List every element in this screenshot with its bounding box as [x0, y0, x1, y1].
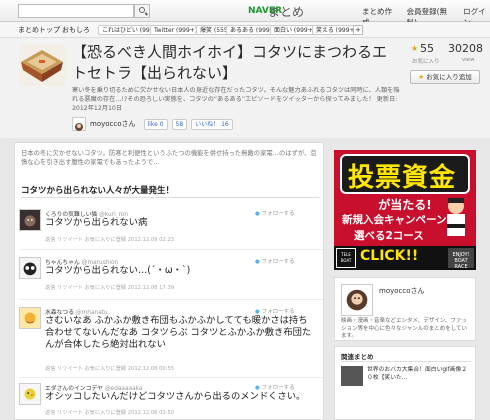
page-title: 【恐るべき人間ホイホイ】コタツにまつわるエトセトラ【出られない】 — [72, 43, 388, 82]
ad-headline-box: 投票資金 — [340, 154, 470, 194]
ad-logo-left: TELE BOAT — [336, 248, 356, 268]
related-link[interactable]: 世界のおバカ大集合！面白いgif画像２０枚【笑いた… — [367, 366, 471, 382]
ad-courses: 選べる2コース — [354, 230, 424, 242]
tweet-text: オシッコしたいんだけどコタツさんから出るのメンドくさい。 — [45, 391, 306, 402]
category-nav: まとめトップ おもしろ これはひどい (999+) Twitter (999+)… — [0, 22, 490, 38]
follow-button[interactable]: ● フォローする — [255, 307, 295, 315]
heading-divider — [21, 197, 319, 198]
profile-avatar[interactable] — [341, 284, 373, 316]
author-name[interactable]: moyoccoさん — [90, 119, 136, 129]
view-label: view — [462, 57, 475, 63]
view-count: 30208 — [448, 42, 483, 55]
ad-banner[interactable]: 投票資金 が当たる! 新規入会キャンペーン 選べる2コース TELE BOAT … — [334, 150, 476, 270]
tag-chip[interactable]: Twitter (999+) — [150, 25, 202, 35]
tweet-avatar[interactable] — [19, 257, 41, 279]
intro-text: 日本の冬に欠かせないコタツ。防寒と利便性というふたつの機能を併せ持った無敵の家電… — [21, 150, 317, 166]
matome-logo[interactable]: まとめ — [268, 3, 304, 20]
tweet-avatar[interactable] — [19, 307, 41, 329]
facebook-like-button[interactable]: like 0 — [143, 118, 168, 130]
profile-description: 映画・漫画・音楽などエンタメ、デザイン、ファッション等を中心に色々なジャンルのま… — [341, 318, 468, 339]
star-icon: ★ — [418, 73, 425, 81]
ad-logo-right: ENJOY! BOAT RACE — [448, 248, 474, 270]
add-tag-button[interactable]: + — [353, 25, 363, 35]
add-favorite-button[interactable]: ★ お気に入り追加 — [410, 70, 480, 84]
related-matome: 関連まとめ 世界のおバカ大集合！面白いgif画像２０枚【笑いた… — [334, 346, 476, 420]
tweet-avatar[interactable] — [19, 383, 41, 405]
ad-headline: 投票資金 — [348, 163, 457, 193]
tweet-avatar[interactable] — [19, 209, 41, 231]
nav-current-category[interactable]: おもしろ — [62, 25, 90, 35]
tweet-meta[interactable]: 返信 リツイート お気に入りに登録 2012.12.08 00:55 — [45, 365, 174, 372]
star-icon: ★ — [411, 44, 419, 53]
search-button[interactable] — [134, 4, 150, 18]
nav-home-link[interactable]: まとめトップ — [18, 25, 60, 35]
favorite-label: お気に入り — [412, 59, 440, 65]
tweet-text: コタツから出られない病 — [45, 217, 148, 228]
author-row: moyoccoさん like 0 58 いいね！ 16 — [72, 117, 233, 131]
tweet-text: コタツから出られない…(´・ω・`) — [45, 265, 191, 276]
ad-click-label: CLICK!! — [360, 248, 419, 264]
author-profile: moyoccoさん 映画・漫画・音楽などエンタメ、デザイン、ファッション等を中心… — [334, 277, 476, 341]
tweet-text: さむいなあ ふかふか敷き布団もふかふかしてても暖かさは持ち合わせてないんだなあ … — [45, 315, 312, 350]
tweet-meta[interactable]: 返信 リツイート お気に入りに登録 2012.12.08 01:50 — [45, 409, 174, 416]
favorite-count: 55 — [420, 42, 434, 55]
search-icon — [139, 7, 145, 13]
related-thumbnail[interactable] — [341, 366, 363, 386]
author-avatar[interactable] — [72, 117, 86, 131]
tweet-divider — [19, 249, 323, 250]
tweet-divider — [19, 299, 323, 300]
article-body: 日本の冬に欠かせないコタツ。防寒と利便性というふたつの機能を併せ持った無敵の家電… — [14, 142, 324, 420]
profile-name[interactable]: moyoccoさん — [379, 286, 425, 296]
tweet-meta[interactable]: 返信 リツイート お気に入りに登録 2012.12.09 02:23 — [45, 236, 174, 243]
tweet-item: 水森なつる @mhanatu ● フォローする さむいなあ ふかふか敷き布団もふ… — [19, 307, 323, 373]
article-description: 寒い冬を乗り切るために欠かせない日本人の身近な存在だったコタツ。そんな魅力あふれ… — [72, 86, 404, 113]
tweet-item: エダさんのインコデヤ @edaaaaaka ● フォローする オシッコしたいんだ… — [19, 383, 323, 419]
follow-button[interactable]: ● フォローする — [255, 209, 295, 217]
kotatsu-thumbnail[interactable] — [19, 44, 65, 86]
tweet-count-button[interactable]: 58 — [171, 118, 188, 130]
search-input[interactable] — [18, 4, 134, 18]
follow-button[interactable]: ● フォローする — [255, 383, 295, 391]
related-heading: 関連まとめ — [341, 353, 374, 361]
ad-mascot-icon — [447, 198, 465, 236]
related-divider — [341, 361, 471, 362]
top-bar: NAVER まとめ まとめ作成 会員登録(無料) ログイン — [0, 0, 490, 27]
description-text: 寒い冬を乗り切るために欠かせない日本人の身近な存在だったコタツ。そんな魅力あふれ… — [72, 87, 400, 103]
tweet-divider — [19, 377, 323, 378]
tweet-meta[interactable]: 返信 リツイート お気に入りに登録 2012.12.08 17:39 — [45, 284, 174, 291]
tweet-item: くろりの気難しい猫 @kuri_ron ● フォローする コタツから出られない病… — [19, 209, 323, 249]
follow-button[interactable]: ● フォローする — [255, 257, 295, 265]
ad-bottom-bar: TELE BOAT CLICK!! ENJOY! BOAT RACE — [334, 246, 476, 270]
tweet-item: ちゃんちゃん @marushion ● フォローする コタツから出られない…(´… — [19, 257, 323, 297]
add-favorite-label: お気に入り追加 — [426, 73, 472, 81]
ad-campaign: 新規入会キャンペーン — [342, 214, 447, 226]
mixi-like-button[interactable]: いいね！ 16 — [191, 118, 233, 130]
section-heading: コタツから出られない人々が大量発生！ — [21, 186, 175, 196]
